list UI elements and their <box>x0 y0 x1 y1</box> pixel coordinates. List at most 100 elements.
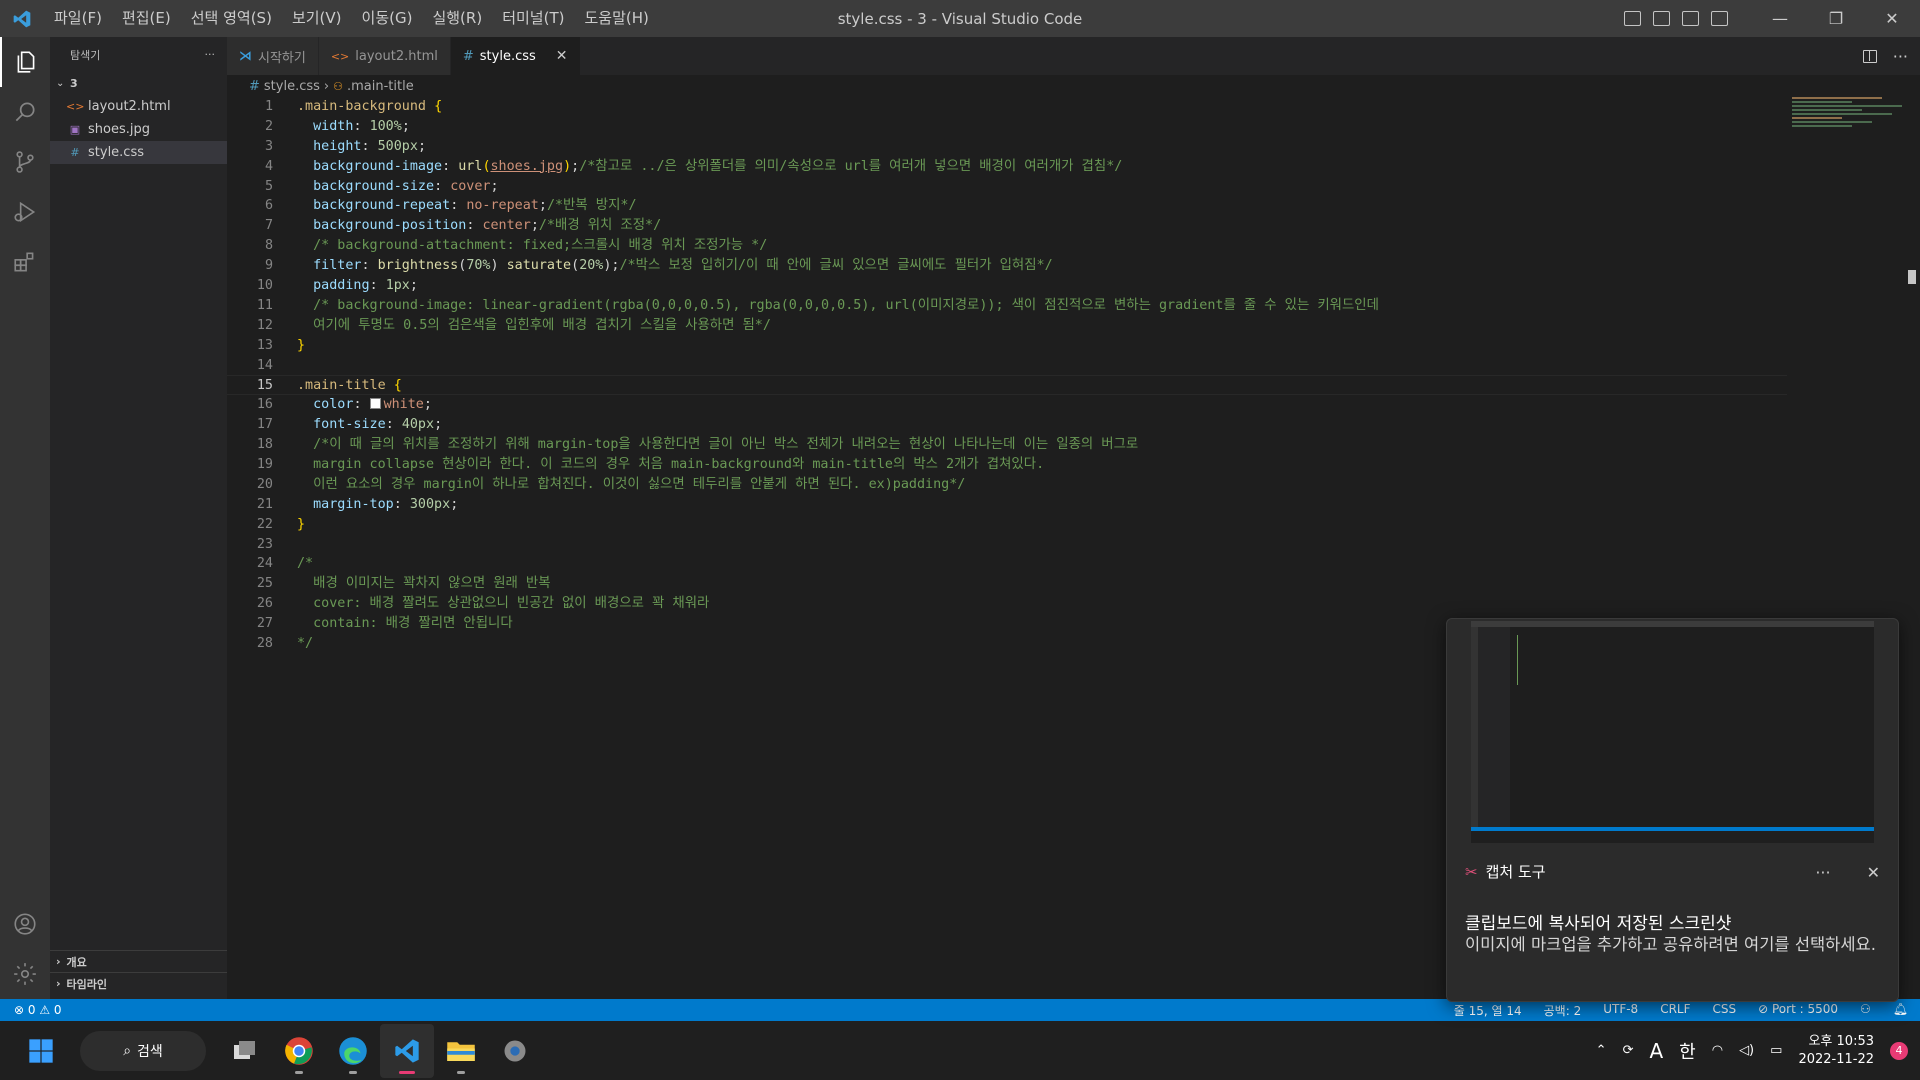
snipping-tool-notification[interactable]: ✂ 캡처 도구 ··· ✕ 클립보드에 복사되어 저장된 스크린샷 이미지에 마… <box>1446 618 1899 1002</box>
menu-item[interactable]: 도움말(H) <box>574 0 658 37</box>
end-of-line[interactable]: CRLF <box>1660 1002 1690 1019</box>
code-token: 1px <box>385 278 410 294</box>
toast-more-button[interactable]: ··· <box>1815 863 1830 882</box>
code-token: cover <box>450 178 491 194</box>
sync-icon[interactable]: ⟳ <box>1623 1043 1634 1058</box>
menu-item[interactable]: 터미널(T) <box>492 0 574 37</box>
code-token: { <box>434 99 443 114</box>
outline-section[interactable]: › 개요 <box>50 950 227 972</box>
vscode-taskbar-icon[interactable] <box>380 1023 434 1078</box>
folder-row[interactable]: ⌄ 3 <box>50 72 227 95</box>
close-button[interactable]: ✕ <box>1864 0 1920 37</box>
problems-indicator[interactable]: ⊗ 0 ⚠ 0 <box>0 1003 62 1017</box>
language-mode[interactable]: CSS <box>1713 1002 1737 1019</box>
wifi-icon[interactable]: ◠ <box>1712 1043 1723 1058</box>
split-editor-icon[interactable] <box>1862 49 1877 63</box>
timeline-section[interactable]: › 타임라인 <box>50 972 227 994</box>
code-token: : <box>369 278 386 294</box>
indentation[interactable]: 공백: 2 <box>1544 1002 1582 1019</box>
code-token: ( <box>571 258 580 274</box>
tab-layout2-html[interactable]: <> layout2.html <box>318 37 451 75</box>
menu-item[interactable]: 파일(F) <box>44 0 112 37</box>
file-item[interactable]: ▣ shoes.jpg <box>50 118 227 141</box>
chevron-right-icon: › <box>56 955 61 968</box>
code-text: margin-top: 300px; <box>273 495 458 515</box>
code-token: contain: 배경 짤리면 안됩니다 <box>297 616 513 632</box>
cursor-position[interactable]: 줄 15, 열 14 <box>1454 1002 1522 1019</box>
tab-style-css[interactable]: # style.css ✕ <box>450 37 581 75</box>
settings-app-icon[interactable] <box>488 1024 542 1078</box>
close-tab-icon[interactable]: ✕ <box>556 48 568 64</box>
notification-badge[interactable]: 4 <box>1890 1041 1908 1060</box>
code-token: : <box>450 198 467 214</box>
task-view-icon[interactable] <box>218 1024 272 1078</box>
code-line: 13} <box>227 336 1787 356</box>
file-item[interactable]: <> layout2.html <box>50 95 227 118</box>
notifications-bell-icon[interactable]: 🔔︎ <box>1893 1002 1908 1019</box>
toggle-panel-icon[interactable] <box>1653 11 1670 26</box>
menu-item[interactable]: 보기(V) <box>282 0 352 37</box>
volume-icon[interactable]: ◁) <box>1739 1043 1754 1058</box>
explorer-icon[interactable] <box>0 37 50 87</box>
menu-item[interactable]: 편집(E) <box>112 0 181 37</box>
file-item[interactable]: # style.css <box>50 141 227 164</box>
code-line: 10 padding: 1px; <box>227 276 1787 296</box>
code-line: 20 이런 요소의 경우 margin이 하나로 합쳐진다. 이것이 싫으면 테… <box>227 475 1787 495</box>
file-type-icon: <> <box>66 100 85 113</box>
clock-time: 오후 10:53 <box>1808 1033 1874 1049</box>
menu-item[interactable]: 이동(G) <box>352 0 423 37</box>
battery-icon[interactable]: ▭ <box>1770 1043 1782 1058</box>
extensions-icon[interactable] <box>0 237 50 287</box>
toast-close-button[interactable]: ✕ <box>1867 863 1880 882</box>
ime-mode-han[interactable]: 한 <box>1679 1038 1696 1064</box>
line-number: 6 <box>264 198 273 214</box>
code-line: 18 /*이 때 글의 위치를 조정하기 위해 margin-top을 사용한다… <box>227 435 1787 455</box>
clock[interactable]: 오후 10:53 2022-11-22 <box>1798 1033 1874 1069</box>
code-text: /* <box>273 554 313 574</box>
editor-more-icon[interactable]: ··· <box>1893 47 1908 66</box>
encoding[interactable]: UTF-8 <box>1603 1002 1638 1019</box>
run-debug-icon[interactable] <box>0 187 50 237</box>
edge-icon[interactable] <box>326 1024 380 1078</box>
tab-welcome[interactable]: ⋊ 시작하기 <box>227 37 319 75</box>
code-text: 여기에 투명도 0.5의 검은색을 입힌후에 배경 겹치기 스킬을 사용하면 됨… <box>273 316 771 336</box>
explorer-sidebar: 탐색기 ··· ⌄ 3 <> layout2.html ▣ shoes.jpg # sty… <box>50 37 227 999</box>
breadcrumb-file[interactable]: style.css <box>264 79 320 94</box>
chrome-icon[interactable] <box>272 1024 326 1078</box>
ime-mode-a[interactable]: A <box>1649 1039 1663 1063</box>
accounts-icon[interactable] <box>0 899 50 949</box>
toggle-secondary-sidebar-icon[interactable] <box>1682 11 1699 26</box>
vertical-scrollbar[interactable] <box>1908 270 1916 284</box>
customize-layout-icon[interactable] <box>1711 11 1728 26</box>
timeline-label: 타임라인 <box>66 977 108 991</box>
minimap[interactable] <box>1792 97 1912 157</box>
code-token: ; <box>434 417 443 433</box>
toggle-primary-sidebar-icon[interactable] <box>1624 11 1641 26</box>
settings-gear-icon[interactable] <box>0 949 50 999</box>
chevron-down-icon: ⌄ <box>56 78 65 89</box>
file-explorer-icon[interactable] <box>434 1024 488 1078</box>
chevron-up-icon[interactable]: ⌃ <box>1596 1043 1607 1058</box>
breadcrumb-symbol[interactable]: .main-title <box>347 79 414 94</box>
code-text: } <box>273 515 305 535</box>
menu-item[interactable]: 실행(R) <box>422 0 492 37</box>
explorer-more-button[interactable]: ··· <box>205 48 216 61</box>
windows-start-icon[interactable] <box>14 1024 68 1078</box>
clock-date: 2022-11-22 <box>1798 1051 1874 1067</box>
live-server-port[interactable]: ⊘ Port : 5500 <box>1758 1002 1838 1019</box>
source-control-icon[interactable] <box>0 137 50 187</box>
code-line: 7 background-position: center;/*배경 위치 조정… <box>227 216 1787 236</box>
toast-app-name: 캡처 도구 <box>1485 863 1546 881</box>
restore-button[interactable]: ❐ <box>1808 0 1864 37</box>
taskbar-search[interactable]: ⌕ 검색 <box>80 1030 206 1071</box>
search-icon[interactable] <box>0 87 50 137</box>
code-token: /* <box>297 556 314 572</box>
screenshot-thumbnail[interactable] <box>1471 621 1874 843</box>
minimize-button[interactable]: — <box>1752 0 1808 37</box>
code-token: width <box>313 118 354 134</box>
code-text: background-image: url(shoes.jpg);/*참고로 .… <box>273 157 1122 177</box>
accounts-status-icon[interactable]: ⚇ <box>1860 1002 1871 1019</box>
menu-item[interactable]: 선택 영역(S) <box>181 0 282 37</box>
